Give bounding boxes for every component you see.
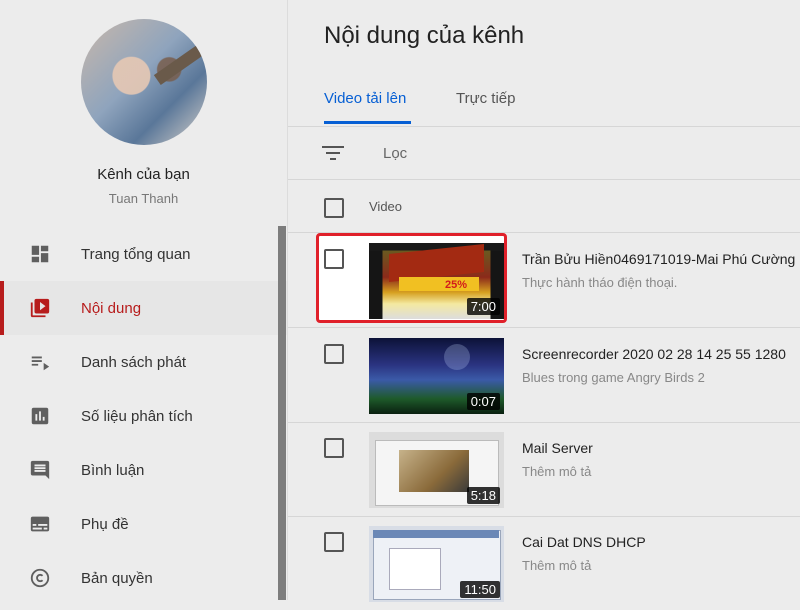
page-title: Nội dung của kênh <box>324 22 525 49</box>
table-row[interactable]: 25% 7:00 Trần Bửu Hiền0469171019-Mai Phú… <box>288 233 800 328</box>
tab-bar: Video tải lên Trực tiếp <box>288 74 800 127</box>
sidebar-item-label: Số liệu phân tích <box>81 407 193 425</box>
row-checkbox[interactable] <box>324 249 344 269</box>
sidebar-item-label: Bình luận <box>81 461 145 479</box>
video-duration: 5:18 <box>466 487 500 504</box>
video-title[interactable]: Screenrecorder 2020 02 28 14 25 55 1280 <box>522 346 786 362</box>
row-checkbox[interactable] <box>324 532 344 552</box>
dashboard-icon <box>31 245 49 263</box>
video-title[interactable]: Cai Dat DNS DHCP <box>522 534 646 550</box>
active-tab-indicator <box>324 121 411 124</box>
sidebar-scrollbar[interactable] <box>278 226 286 600</box>
sidebar-item-label: Nội dung <box>81 299 142 317</box>
sidebar-item-label: Bản quyền <box>81 569 153 587</box>
video-thumbnail[interactable]: 5:18 <box>369 432 504 508</box>
sidebar-item-comments[interactable]: Bình luận <box>0 443 287 497</box>
video-thumbnail[interactable]: 0:07 <box>369 338 504 414</box>
table-row[interactable]: 0:07 Screenrecorder 2020 02 28 14 25 55 … <box>288 328 800 423</box>
tab-live[interactable]: Trực tiếp <box>456 90 516 107</box>
copyright-icon <box>30 568 50 588</box>
sidebar-item-playlists[interactable]: Danh sách phát <box>0 335 287 389</box>
comment-icon <box>30 460 50 480</box>
channel-name: Tuan Thanh <box>108 191 179 206</box>
video-thumbnail[interactable]: 25% 7:00 <box>369 243 504 319</box>
sidebar-item-subtitles[interactable]: Phụ đề <box>0 497 287 551</box>
channel-title: Kênh của bạn <box>97 166 190 183</box>
channel-avatar[interactable] <box>81 19 207 145</box>
table-header: Video <box>288 180 800 233</box>
video-duration: 7:00 <box>466 298 500 315</box>
column-header-video: Video <box>369 199 403 214</box>
filter-icon[interactable] <box>322 144 344 162</box>
playlist-icon <box>31 356 50 371</box>
thumbnail-text: 25% <box>445 279 468 291</box>
sidebar-item-label: Trang tổng quan <box>81 245 191 263</box>
sidebar: Kênh của bạn Tuan Thanh Trang tổng quan … <box>0 0 288 600</box>
row-checkbox[interactable] <box>324 344 344 364</box>
sidebar-item-copyright[interactable]: Bản quyền <box>0 551 287 605</box>
video-duration: 0:07 <box>466 393 500 410</box>
video-title[interactable]: Trần Bửu Hiền0469171019-Mai Phú Cường <box>522 251 795 267</box>
video-description: Thêm mô tả <box>522 558 592 573</box>
select-all-checkbox[interactable] <box>324 198 344 218</box>
sidebar-item-analytics[interactable]: Số liệu phân tích <box>0 389 287 443</box>
video-duration: 11:50 <box>460 581 500 598</box>
sidebar-nav: Trang tổng quan Nội dung Danh sách phát … <box>0 227 287 605</box>
thumbnail-panel <box>389 548 441 590</box>
video-description: Thêm mô tả <box>522 464 592 479</box>
filter-input[interactable]: Lọc <box>383 145 407 162</box>
thumbnail-image <box>399 450 469 492</box>
table-row[interactable]: 11:50 Cai Dat DNS DHCP Thêm mô tả <box>288 516 800 610</box>
sidebar-item-label: Danh sách phát <box>81 353 187 371</box>
thumbnail-titlebar <box>373 530 499 538</box>
video-description: Blues trong game Angry Birds 2 <box>522 370 705 385</box>
filter-bar[interactable]: Lọc <box>288 127 800 180</box>
sidebar-item-dashboard[interactable]: Trang tổng quan <box>0 227 287 281</box>
tab-uploads[interactable]: Video tải lên <box>324 90 406 107</box>
row-checkbox[interactable] <box>324 438 344 458</box>
table-row[interactable]: 5:18 Mail Server Thêm mô tả <box>288 422 800 517</box>
video-library-icon <box>30 298 50 318</box>
sidebar-item-label: Phụ đề <box>81 515 129 533</box>
sidebar-item-content[interactable]: Nội dung <box>0 281 287 335</box>
subtitles-icon <box>30 516 50 532</box>
analytics-icon <box>31 407 49 425</box>
video-title[interactable]: Mail Server <box>522 440 593 456</box>
video-thumbnail[interactable]: 11:50 <box>369 526 504 602</box>
video-description: Thực hành tháo điện thoại. <box>522 275 678 290</box>
